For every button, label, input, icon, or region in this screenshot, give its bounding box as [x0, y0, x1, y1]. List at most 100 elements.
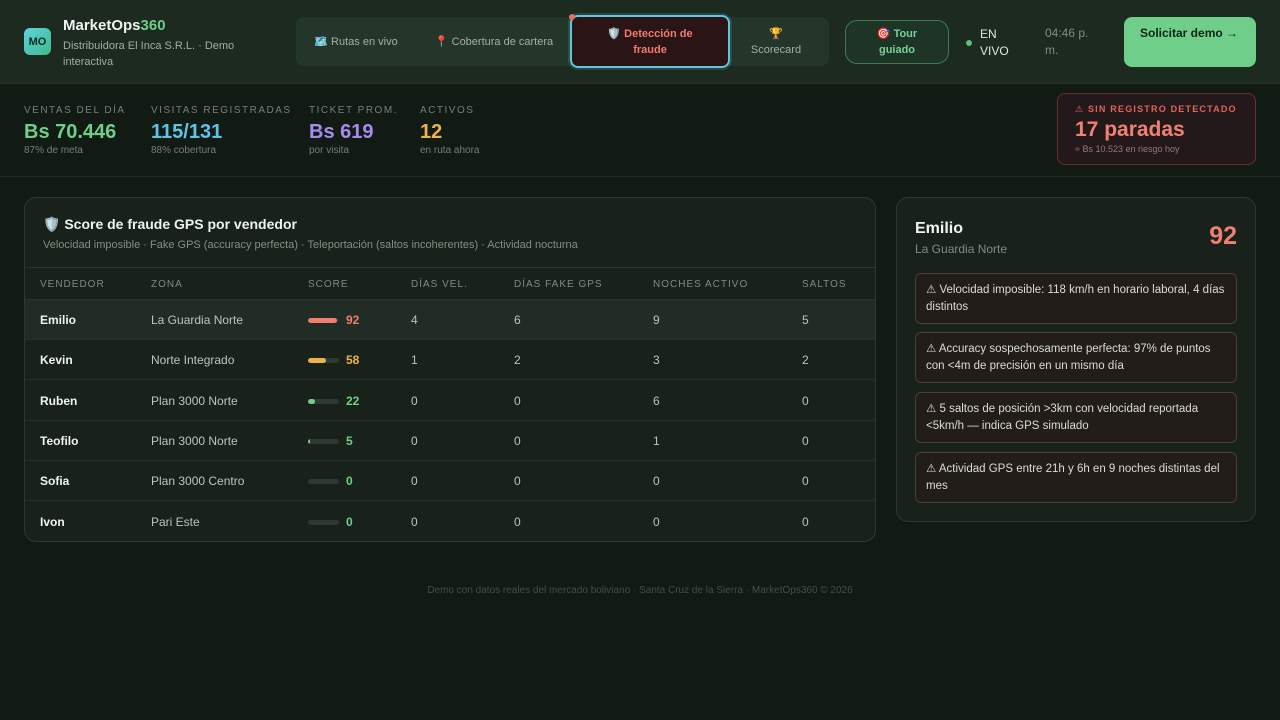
- col-saltos[interactable]: SALTOS: [802, 278, 847, 291]
- cell-vendedor: Ruben: [40, 393, 78, 408]
- cell-zona: Plan 3000 Norte: [151, 433, 238, 448]
- tab-label: Scorecard: [750, 43, 802, 56]
- live-label: EN VIVO: [980, 27, 1009, 58]
- cell-zona: Norte Integrado: [151, 353, 235, 368]
- table-row[interactable]: Ruben Plan 3000 Norte 0 0 6 0 22: [25, 381, 875, 421]
- alert-label-text: SIN REGISTRO DETECTADO: [1087, 104, 1237, 114]
- col-zona[interactable]: ZONA: [151, 278, 183, 291]
- live-indicator: EN VIVO: [966, 26, 1020, 60]
- kpi-value: Bs 619: [309, 121, 374, 143]
- cell-dias-vel: 0: [411, 474, 418, 489]
- col-dias-fake-gps[interactable]: DÍAS FAKE GPS: [514, 278, 603, 291]
- cell-score: 0: [346, 514, 353, 529]
- cell-vendedor: Sofia: [40, 474, 70, 489]
- detail-vendor-zone: La Guardia Norte: [915, 242, 1008, 256]
- cell-score: 0: [346, 474, 353, 489]
- cell-score: 92: [346, 313, 360, 327]
- score-bar-fill: [308, 438, 310, 444]
- cell-noches-activo: 0: [653, 514, 660, 529]
- sin-registro-alert[interactable]: ⚠ SIN REGISTRO DETECTADO 17 paradas ≈ Bs…: [1057, 93, 1256, 165]
- cell-dias-fake-gps: 2: [514, 353, 521, 368]
- kpi-label: VISITAS REGISTRADAS: [151, 105, 292, 116]
- score-bar: [308, 438, 339, 444]
- fraud-flag: ⚠ Actividad GPS entre 21h y 6h en 9 noch…: [915, 452, 1237, 503]
- col-vendedor[interactable]: VENDEDOR: [40, 278, 105, 291]
- tab-rutas-en-vivo[interactable]: 🗺️ Rutas en vivo: [296, 17, 416, 66]
- kpi-value: 115/131: [151, 121, 223, 143]
- table-header: VENDEDOR ZONA SCORE DÍAS VEL. DÍAS FAKE …: [25, 267, 875, 300]
- tab-scorecard[interactable]: 🏆 Scorecard: [738, 17, 814, 66]
- score-bar-fill: [308, 398, 315, 404]
- logo-badge[interactable]: MO: [24, 28, 51, 55]
- live-dot-icon: [966, 40, 972, 46]
- kpi-label: TICKET PROM.: [309, 105, 398, 116]
- cell-dias-fake-gps: 0: [514, 433, 521, 448]
- panel-subtitle: Velocidad imposible · Fake GPS (accuracy…: [43, 239, 578, 251]
- fraud-flag: ⚠ 5 saltos de posición >3km con velocida…: [915, 392, 1237, 443]
- cell-saltos: 0: [802, 393, 809, 408]
- alert-value: 17 paradas: [1075, 118, 1185, 141]
- cell-dias-vel: 4: [411, 313, 418, 327]
- tour-guiado-button[interactable]: 🎯 Tour guiado: [845, 20, 949, 64]
- fraud-flag: ⚠ Accuracy sospechosamente perfecta: 97%…: [915, 332, 1237, 383]
- kpi-ventas: VENTAS DEL DÍA Bs 70.446 87% de meta: [24, 104, 126, 157]
- tab-label: Cobertura de cartera: [451, 35, 554, 48]
- kpi-sub: en ruta ahora: [420, 145, 480, 156]
- cell-vendedor: Teofilo: [40, 433, 79, 448]
- cell-saltos: 5: [802, 313, 809, 327]
- shield-icon: 🛡️: [43, 216, 61, 232]
- tab-cobertura-de-cartera[interactable]: 📍 Cobertura de cartera: [432, 17, 556, 66]
- panel-title-text: Score de fraude GPS por vendedor: [64, 216, 297, 232]
- solicitar-demo-button[interactable]: Solicitar demo →: [1124, 17, 1256, 67]
- cell-noches-activo: 9: [653, 313, 660, 327]
- table-row[interactable]: Kevin Norte Integrado 1 2 3 2 58: [25, 340, 875, 381]
- col-noches-activo[interactable]: NOCHES ACTIVO: [653, 278, 748, 291]
- cell-vendedor: Ivon: [40, 514, 65, 529]
- col-score[interactable]: SCORE: [308, 278, 349, 291]
- kpi-value: Bs 70.446: [24, 121, 117, 143]
- cell-dias-vel: 0: [411, 514, 418, 529]
- cell-score: 5: [346, 433, 353, 448]
- cell-zona: La Guardia Norte: [151, 313, 244, 327]
- trophy-icon: 🏆: [769, 27, 783, 40]
- cell-score: 22: [346, 393, 360, 408]
- cell-saltos: 0: [802, 514, 809, 529]
- kpi-ticket: TICKET PROM. Bs 619 por visita: [309, 104, 398, 157]
- cell-noches-activo: 0: [653, 474, 660, 489]
- cell-dias-fake-gps: 0: [514, 474, 521, 489]
- score-bar: [308, 358, 339, 364]
- alert-label: ⚠ SIN REGISTRO DETECTADO: [1075, 103, 1238, 116]
- score-bar-fill: [308, 318, 337, 323]
- cell-vendedor: Emilio: [40, 313, 77, 327]
- kpi-sub: 88% cobertura: [151, 145, 217, 156]
- tab-label: Detección de fraude: [624, 27, 693, 56]
- score-bar: [308, 398, 339, 404]
- kpi-sub: 87% de meta: [24, 145, 83, 156]
- tab-deteccion-de-fraude[interactable]: 🛡️ Detección de fraude: [569, 14, 730, 68]
- brand-name: MarketOps360: [63, 16, 263, 36]
- alert-sub: ≈ Bs 10.523 en riesgo hoy: [1075, 144, 1180, 154]
- kpi-label: VENTAS DEL DÍA: [24, 105, 126, 116]
- brand-block: MarketOps360 Distribuidora El Inca S.R.L…: [63, 16, 263, 70]
- vendor-detail-panel: Emilio La Guardia Norte 92 ⚠ Velocidad i…: [896, 197, 1256, 522]
- map-icon: 🗺️: [314, 35, 328, 48]
- cell-vendedor: Kevin: [40, 353, 73, 368]
- table-row[interactable]: Sofia Plan 3000 Centro 0 0 0 0 0: [25, 461, 875, 502]
- cell-dias-vel: 1: [411, 353, 418, 368]
- table-row[interactable]: Ivon Pari Este 0 0 0 0 0: [25, 502, 875, 542]
- brand-subtitle: Distribuidora El Inca S.R.L. · Demo inte…: [63, 40, 235, 68]
- table-row[interactable]: Emilio La Guardia Norte 4 6 9 5 92: [25, 300, 875, 340]
- cell-noches-activo: 6: [653, 393, 660, 408]
- tab-label: Rutas en vivo: [331, 35, 398, 48]
- panel-title: 🛡️ Score de fraude GPS por vendedor: [43, 214, 297, 234]
- warning-icon: ⚠: [1075, 104, 1085, 114]
- col-dias-vel[interactable]: DÍAS VEL.: [411, 278, 468, 291]
- target-icon: 🎯: [876, 28, 891, 40]
- cell-dias-fake-gps: 0: [514, 393, 521, 408]
- fraud-flag: ⚠ Velocidad imposible: 118 km/h en horar…: [915, 273, 1237, 324]
- cell-noches-activo: 3: [653, 353, 660, 368]
- kpi-label: ACTIVOS: [420, 105, 475, 116]
- pin-icon: 📍: [434, 35, 449, 48]
- table-row[interactable]: Teofilo Plan 3000 Norte 0 0 1 0 5: [25, 421, 875, 461]
- cell-dias-fake-gps: 0: [514, 514, 521, 529]
